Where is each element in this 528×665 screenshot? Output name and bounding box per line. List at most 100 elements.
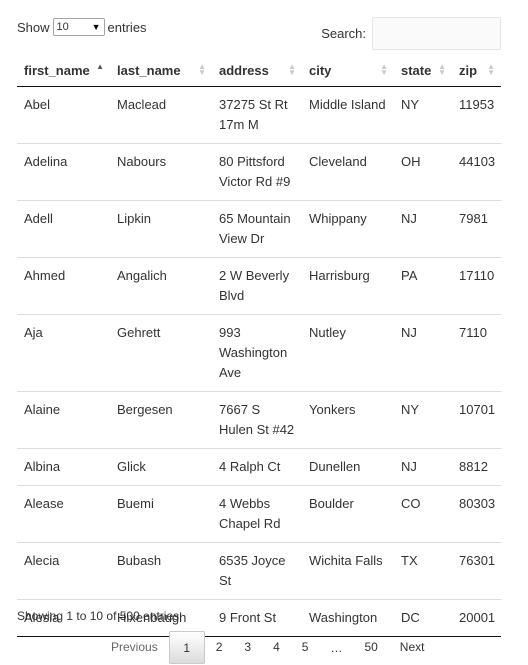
- pagination: Previous 1 2 3 4 5 … 50 Next: [100, 631, 435, 664]
- sort-icon: ▲▼: [96, 62, 104, 71]
- sort-icon: ▲▼: [438, 62, 446, 77]
- cell-address: 7667 S Hulen St #42: [212, 391, 302, 449]
- cell-state: NJ: [394, 314, 452, 392]
- table-row: Aja Gehrett 993 Washington Ave Nutley NJ 7110: [17, 314, 501, 392]
- cell-city: Middle Island: [302, 86, 394, 144]
- cell-first-name: Ahmed: [17, 257, 110, 315]
- column-header-label: zip: [459, 62, 478, 78]
- cell-city: Boulder: [302, 485, 394, 543]
- cell-state: PA: [394, 257, 452, 315]
- search-input[interactable]: [372, 17, 501, 50]
- column-header-first-name[interactable]: first_name ▲▼: [17, 54, 110, 87]
- page-button-5[interactable]: 5: [291, 631, 320, 664]
- cell-zip: 44103: [452, 143, 501, 201]
- table-row: Alease Buemi 4 Webbs Chapel Rd Boulder CO 803…: [17, 485, 501, 543]
- table-row: Alecia Bubash 6535 Joyce St Wichita Falls TX…: [17, 542, 501, 600]
- length-suffix: entries: [107, 19, 147, 35]
- table-header-row: first_name▲▼last_name▲▼address▲▼city▲▼st…: [17, 54, 501, 87]
- next-page-button[interactable]: Next: [389, 631, 436, 664]
- table-info: Showing 1 to 10 of 500 entries: [17, 609, 180, 623]
- cell-city: Wichita Falls: [302, 542, 394, 600]
- table-row: Abel Maclead 37275 St Rt 17m M Middle Islan…: [17, 86, 501, 144]
- sort-icon: ▲▼: [198, 62, 206, 77]
- cell-last-name: Buemi: [110, 485, 212, 543]
- entries-select[interactable]: 10 ▼: [52, 18, 105, 36]
- column-header-state[interactable]: state ▲ ▼: [394, 54, 452, 87]
- cell-city: Whippany: [302, 200, 394, 258]
- cell-last-name: Bubash: [110, 542, 212, 600]
- column-header-address[interactable]: address ▲ ▼: [212, 54, 302, 87]
- cell-city: Cleveland: [302, 143, 394, 201]
- cell-last-name: Gehrett: [110, 314, 212, 392]
- cell-zip: 11953: [452, 86, 501, 144]
- cell-state: TX: [394, 542, 452, 600]
- column-header-label: state: [401, 62, 432, 78]
- table-body: Abel Maclead 37275 St Rt 17m M Middle Islan…: [17, 86, 501, 637]
- cell-state: NY: [394, 86, 452, 144]
- cell-first-name: Abel: [17, 86, 110, 144]
- cell-zip: 8812: [452, 448, 501, 486]
- table-row: Adell Lipkin 65 Mountain View Dr Whippany NJ…: [17, 200, 501, 258]
- cell-address: 993 Washington Ave: [212, 314, 302, 392]
- cell-address: 4 Webbs Chapel Rd: [212, 485, 302, 543]
- sort-icon: ▲▼: [487, 62, 495, 77]
- length-prefix: Show: [17, 19, 50, 35]
- cell-address: 37275 St Rt 17m M: [212, 86, 302, 144]
- cell-state: CO: [394, 485, 452, 543]
- page-button-1[interactable]: 1: [168, 631, 205, 664]
- column-header-label: city: [309, 62, 332, 78]
- column-header-zip[interactable]: zip ▲ ▼: [452, 54, 501, 87]
- cell-last-name: Bergesen: [110, 391, 212, 449]
- cell-city: Yonkers: [302, 391, 394, 449]
- cell-last-name: Glick: [110, 448, 212, 486]
- cell-last-name: Lipkin: [110, 200, 212, 258]
- column-header-last-name[interactable]: last_name ▲ ▼: [110, 54, 212, 87]
- cell-first-name: Adell: [17, 200, 110, 258]
- length-control: Show 10 ▼ entries: [17, 17, 147, 37]
- column-header-city[interactable]: city ▲ ▼: [302, 54, 394, 87]
- cell-address: 65 Mountain View Dr: [212, 200, 302, 258]
- cell-first-name: Alaine: [17, 391, 110, 449]
- cell-state: OH: [394, 143, 452, 201]
- previous-page-button[interactable]: Previous: [100, 631, 169, 664]
- cell-zip: 20001: [452, 599, 501, 637]
- cell-state: NJ: [394, 200, 452, 258]
- cell-zip: 76301: [452, 542, 501, 600]
- data-table: first_name▲▼last_name▲▼address▲▼city▲▼st…: [17, 54, 501, 637]
- sort-icon: ▲▼: [380, 62, 388, 77]
- cell-first-name: Adelina: [17, 143, 110, 201]
- cell-city: Nutley: [302, 314, 394, 392]
- page-button-2[interactable]: 2: [205, 631, 234, 664]
- column-header-label: last_name: [117, 62, 181, 78]
- page-button-3[interactable]: 3: [233, 631, 262, 664]
- cell-zip: 10701: [452, 391, 501, 449]
- cell-address: 2 W Beverly Blvd: [212, 257, 302, 315]
- cell-zip: 7110: [452, 314, 501, 392]
- cell-first-name: Alecia: [17, 542, 110, 600]
- cell-city: Dunellen: [302, 448, 394, 486]
- cell-address: 80 Pittsford Victor Rd #9: [212, 143, 302, 201]
- cell-last-name: Angalich: [110, 257, 212, 315]
- cell-zip: 80303: [452, 485, 501, 543]
- table-row: Ahmed Angalich 2 W Beverly Blvd Harrisburg P…: [17, 257, 501, 315]
- table-row: Alaine Bergesen 7667 S Hulen St #42 Yonkers…: [17, 391, 501, 449]
- page-button-4[interactable]: 4: [262, 631, 291, 664]
- sort-icon: ▲▼: [288, 62, 296, 77]
- cell-address: 6535 Joyce St: [212, 542, 302, 600]
- cell-address: 4 Ralph Ct: [212, 448, 302, 486]
- table-row: Adelina Nabours 80 Pittsford Victor Rd #9 C…: [17, 143, 501, 201]
- search-label: Search:: [321, 26, 366, 41]
- cell-state: NY: [394, 391, 452, 449]
- cell-first-name: Alease: [17, 485, 110, 543]
- table-controls: Show 10 ▼ entries Search:: [17, 17, 501, 53]
- cell-first-name: Albina: [17, 448, 110, 486]
- page-button-last[interactable]: 50: [353, 631, 388, 664]
- cell-state: NJ: [394, 448, 452, 486]
- table-row: Albina Glick 4 Ralph Ct Dunellen NJ 8812: [17, 448, 501, 486]
- cell-first-name: Aja: [17, 314, 110, 392]
- chevron-down-icon: ▼: [91, 22, 101, 32]
- search-control: Search:: [321, 17, 501, 50]
- column-header-label: first_name: [24, 62, 90, 78]
- cell-zip: 7981: [452, 200, 501, 258]
- cell-last-name: Maclead: [110, 86, 212, 144]
